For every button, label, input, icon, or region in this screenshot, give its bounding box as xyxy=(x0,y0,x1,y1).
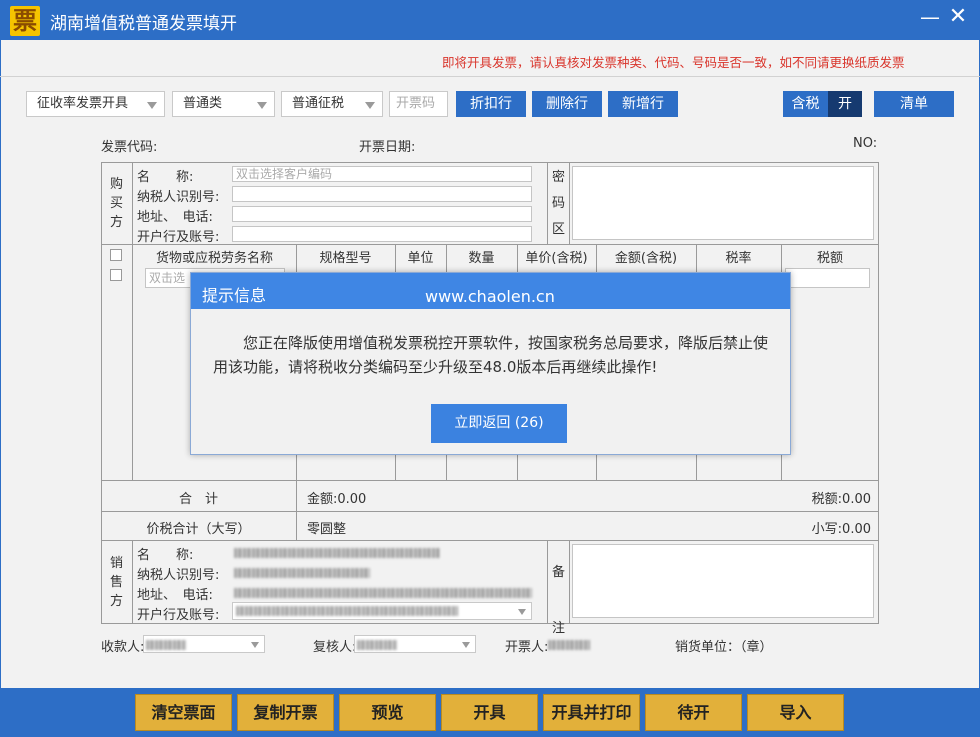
divider xyxy=(132,244,133,480)
reviewer-label: 复核人: xyxy=(313,640,357,655)
grand-total-label: 价税合计（大写） xyxy=(146,522,251,537)
divider xyxy=(569,540,570,624)
add-row-button[interactable]: 新增行 xyxy=(608,91,678,117)
grand-total-lowercase: 小写:0.00 xyxy=(811,522,871,537)
pending-button[interactable]: 待开 xyxy=(645,694,742,731)
row-checkbox[interactable] xyxy=(110,269,122,281)
buyer-taxid-label: 纳税人识别号: xyxy=(137,190,220,205)
grand-total-uppercase: 零圆整 xyxy=(307,522,347,537)
payee-redacted xyxy=(146,640,186,650)
divider xyxy=(101,540,879,541)
seller-name-label: 名 称: xyxy=(137,548,194,563)
clear-invoice-button[interactable]: 清空票面 xyxy=(135,694,232,731)
invoice-code-label: 发票代码: xyxy=(101,140,158,155)
col-header-rate: 税率 xyxy=(725,251,752,266)
buyer-address-input[interactable] xyxy=(232,206,532,222)
delete-row-button[interactable]: 删除行 xyxy=(532,91,602,117)
seller-section-label: 销售方 xyxy=(109,556,123,609)
buyer-address-label: 地址、 电话: xyxy=(137,210,213,225)
divider xyxy=(296,480,297,540)
list-button[interactable]: 清单 xyxy=(874,91,954,117)
divider xyxy=(132,162,133,244)
chevron-down-icon xyxy=(462,642,470,648)
invoice-date-label: 开票日期: xyxy=(359,140,416,155)
buyer-name-label: 名 称: xyxy=(137,170,194,185)
buyer-name-input[interactable]: 双击选择客户编码 xyxy=(232,166,532,182)
invoice-number-label: NO: xyxy=(853,136,878,151)
mode-select-value: 征收率发票开具 xyxy=(37,96,129,111)
dialog-message: 您正在降版使用增值税发票税控开票软件，按国家税务总局要求，降版后禁止使用该功能，… xyxy=(213,334,769,376)
issue-and-print-button[interactable]: 开具并打印 xyxy=(543,694,640,731)
issuer-label: 开票人: xyxy=(505,640,549,655)
chevron-down-icon xyxy=(147,102,157,109)
password-area xyxy=(572,166,874,240)
col-header-qty: 数量 xyxy=(468,251,495,266)
close-icon[interactable]: ✕ xyxy=(946,6,970,30)
minimize-icon[interactable]: — xyxy=(918,6,942,30)
import-button[interactable]: 导入 xyxy=(747,694,844,731)
payee-label: 收款人: xyxy=(101,640,145,655)
col-header-spec: 规格型号 xyxy=(319,251,372,266)
seller-address-label: 地址、 电话: xyxy=(137,588,213,603)
seller-bank-redacted xyxy=(236,606,458,616)
col-header-name: 货物或应税劳务名称 xyxy=(155,251,273,266)
issue-button[interactable]: 开具 xyxy=(441,694,538,731)
divider xyxy=(101,511,879,512)
seller-taxid-label: 纳税人识别号: xyxy=(137,568,220,583)
category-select[interactable]: 普通类 xyxy=(172,91,275,117)
seller-bank-label: 开户行及账号: xyxy=(137,608,220,623)
warning-message: 即将开具发票，请认真核对发票种类、代码、号码是否一致，如不同请更换纸质发票 xyxy=(442,55,905,70)
tax-inclusive-label[interactable]: 含税 xyxy=(783,91,828,117)
total-tax: 税额:0.00 xyxy=(811,492,871,507)
seller-address-redacted xyxy=(234,588,532,598)
buyer-taxid-input[interactable] xyxy=(232,186,532,202)
col-header-price: 单价(含税) xyxy=(525,251,588,266)
preview-button[interactable]: 预览 xyxy=(339,694,436,731)
invoice-code-input[interactable]: 开票码 xyxy=(389,91,448,117)
app-logo-icon: 票 xyxy=(10,6,40,36)
item-tax-input[interactable] xyxy=(785,268,870,288)
password-area-label: 密码区 xyxy=(551,170,565,237)
chevron-down-icon xyxy=(251,642,259,648)
seller-name-redacted xyxy=(234,548,440,558)
toolbar-divider xyxy=(0,76,980,77)
chevron-down-icon xyxy=(365,102,375,109)
select-all-checkbox[interactable] xyxy=(110,249,122,261)
issuer-redacted xyxy=(548,640,590,650)
remarks-input[interactable] xyxy=(572,544,874,618)
tax-type-select[interactable]: 普通征税 xyxy=(281,91,383,117)
discount-row-button[interactable]: 折扣行 xyxy=(456,91,526,117)
dialog-title: 提示信息 xyxy=(202,286,267,305)
reviewer-redacted xyxy=(357,640,397,650)
window-title: 湖南增值税普通发票填开 xyxy=(50,14,237,34)
dialog-watermark: www.chaolen.cn xyxy=(425,287,555,306)
col-header-unit: 单位 xyxy=(407,251,434,266)
mode-select[interactable]: 征收率发票开具 xyxy=(26,91,165,117)
return-now-button[interactable]: 立即返回 (26) xyxy=(431,404,567,443)
category-select-value: 普通类 xyxy=(183,96,223,111)
seller-taxid-redacted xyxy=(234,568,370,578)
buyer-section-label: 购买方 xyxy=(109,177,123,230)
buyer-bank-input[interactable] xyxy=(232,226,532,242)
divider xyxy=(101,480,879,481)
total-label: 合 计 xyxy=(178,492,218,507)
seller-unit-label: 销货单位：（章） xyxy=(675,640,773,655)
col-header-tax: 税额 xyxy=(816,251,843,266)
tax-inclusive-toggle[interactable]: 开 xyxy=(828,91,862,117)
divider xyxy=(132,540,133,624)
tax-type-select-value: 普通征税 xyxy=(292,96,345,111)
chevron-down-icon xyxy=(257,102,267,109)
chevron-down-icon xyxy=(518,609,526,615)
divider xyxy=(569,162,570,244)
total-amount: 金额:0.00 xyxy=(307,492,367,507)
copy-invoice-button[interactable]: 复制开票 xyxy=(237,694,334,731)
prompt-dialog: 提示信息 www.chaolen.cn 您正在降版使用增值税发票税控开票软件，按… xyxy=(190,272,791,455)
buyer-bank-label: 开户行及账号: xyxy=(137,230,220,245)
col-header-amount: 金额(含税) xyxy=(614,251,678,266)
